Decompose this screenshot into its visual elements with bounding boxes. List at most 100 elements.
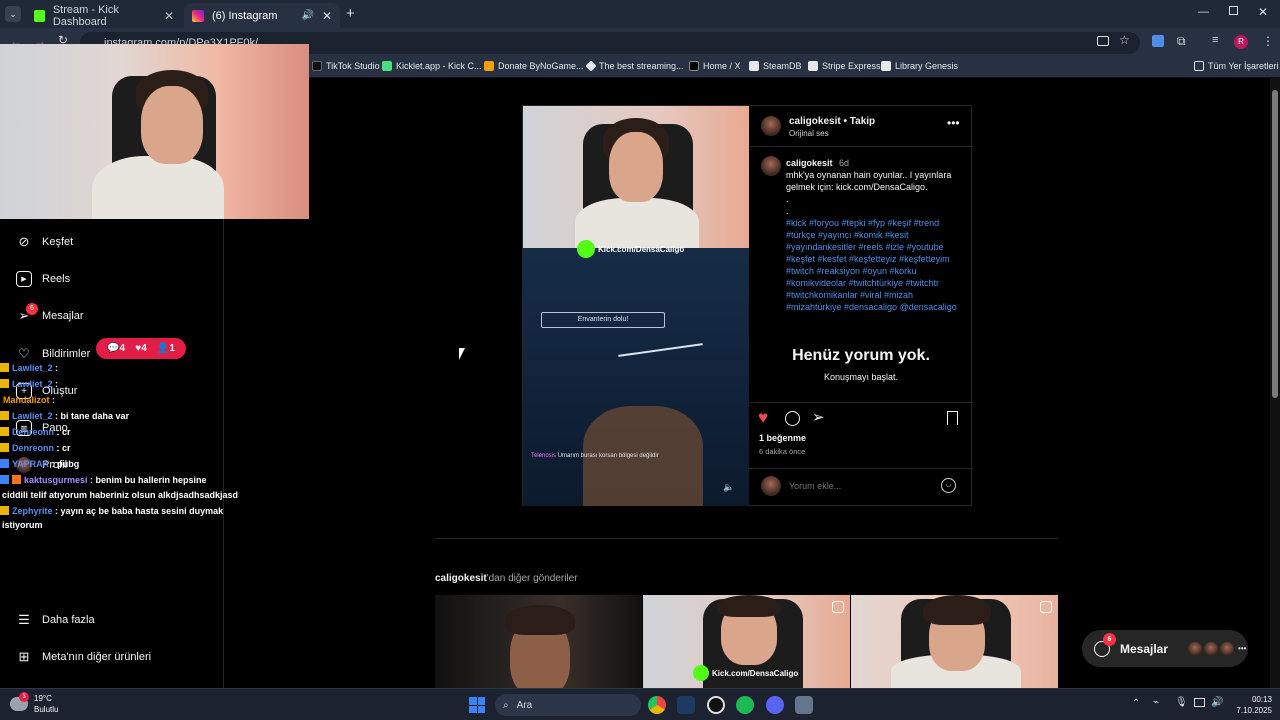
bookmark-item[interactable]: Donate ByNoGame... bbox=[484, 61, 584, 71]
chat-line: istiyorum bbox=[2, 520, 43, 530]
author-avatar[interactable] bbox=[761, 116, 781, 136]
webcam-overlay bbox=[0, 44, 309, 219]
start-button[interactable] bbox=[469, 697, 485, 713]
bookmark-item[interactable]: Home / X bbox=[689, 61, 741, 71]
section-divider bbox=[435, 538, 1058, 539]
close-window-button[interactable]: ✕ bbox=[1258, 5, 1268, 19]
page-scrollbar[interactable] bbox=[1270, 78, 1280, 688]
steam-icon[interactable] bbox=[677, 696, 695, 714]
comment-icon[interactable] bbox=[785, 411, 800, 426]
chat-line: Denreonn : cr bbox=[0, 427, 71, 437]
caption-username[interactable]: caligokesit bbox=[786, 158, 833, 168]
kick-watermark: Kick.com/DensaCaligo bbox=[693, 665, 798, 681]
bookmark-item[interactable]: SteamDB bbox=[749, 61, 802, 71]
more-post-thumbnail[interactable] bbox=[851, 595, 1058, 688]
bookmark-item[interactable]: TikTok Studio bbox=[312, 61, 380, 71]
close-icon[interactable]: ✕ bbox=[164, 9, 174, 23]
scrollbar-thumb[interactable] bbox=[1272, 90, 1278, 398]
header-divider bbox=[749, 146, 973, 147]
save-icon[interactable] bbox=[947, 411, 958, 425]
bookmark-item[interactable]: Library Genesis bbox=[881, 61, 958, 71]
sidebar-item-notifications[interactable]: ♡ Bildirimler bbox=[16, 346, 90, 362]
tab-instagram[interactable]: (6) Instagram 🔊 ✕ bbox=[184, 3, 340, 28]
x-icon bbox=[689, 61, 699, 71]
new-tab-button[interactable]: + bbox=[346, 5, 355, 22]
install-icon[interactable] bbox=[1097, 36, 1109, 46]
post-video[interactable]: Kick.com/DensaCaligo Envanterin dolu! Te… bbox=[523, 106, 749, 506]
volume-icon[interactable]: 🔊 bbox=[1211, 697, 1223, 708]
more-dots-icon: ••• bbox=[1238, 644, 1247, 653]
like-icon[interactable]: ♥ bbox=[758, 408, 768, 428]
comment-input[interactable] bbox=[789, 478, 929, 494]
mute-icon[interactable]: 🔈 bbox=[723, 482, 734, 493]
more-post-thumbnail[interactable] bbox=[435, 595, 642, 688]
discord-icon[interactable] bbox=[766, 696, 784, 714]
audio-label[interactable]: Orijinal ses bbox=[789, 129, 829, 138]
caption-avatar[interactable] bbox=[761, 156, 781, 176]
kick-icon bbox=[34, 9, 45, 22]
author-username[interactable]: caligokesit bbox=[789, 116, 841, 127]
caption-age: 6d bbox=[839, 158, 850, 168]
menu-icon[interactable]: ⋮ bbox=[1262, 34, 1274, 48]
clock[interactable]: 00:13 7.10.2025 bbox=[1232, 694, 1272, 716]
tray-chevron-icon[interactable]: ⌃ bbox=[1132, 698, 1140, 709]
app-icon[interactable] bbox=[795, 696, 813, 714]
maximize-button[interactable] bbox=[1229, 6, 1238, 15]
star-icon[interactable]: ☆ bbox=[1119, 33, 1130, 47]
clock-time: 00:13 bbox=[1251, 695, 1272, 704]
sidebar-item-explore[interactable]: ⊘ Keşfet bbox=[16, 234, 74, 250]
emoji-icon[interactable]: ◡ bbox=[941, 478, 956, 493]
all-bookmarks[interactable]: Tüm Yer İşaretleri bbox=[1194, 61, 1279, 71]
chrome-icon[interactable] bbox=[648, 696, 666, 714]
activity-notification-pill[interactable]: 💬4 ♥4 👤1 bbox=[96, 338, 186, 359]
follow-count: 👤1 bbox=[156, 343, 175, 354]
media-controls-icon[interactable]: ≡ bbox=[1212, 34, 1218, 46]
comment-count: 💬4 bbox=[107, 343, 126, 354]
like-count: ♥4 bbox=[135, 343, 147, 354]
tab-kick-dashboard[interactable]: Stream - Kick Dashboard ✕ bbox=[26, 3, 182, 28]
post-options-icon[interactable]: ••• bbox=[947, 116, 960, 130]
close-icon[interactable]: ✕ bbox=[322, 9, 332, 23]
sidebar-item-meta[interactable]: ⊞ Meta'nın diğer ürünleri bbox=[16, 649, 152, 665]
mic-icon[interactable]: 🎙 bbox=[1175, 697, 1188, 708]
chat-line: Lawliet_2 : bbox=[0, 379, 58, 389]
game-streak bbox=[618, 343, 703, 357]
weather-desc: Bulutlu bbox=[34, 705, 59, 714]
actions-divider bbox=[749, 402, 973, 403]
sidebar-item-reels[interactable]: ▶ Reels bbox=[16, 271, 70, 287]
windows-taskbar: 3 19°C Bulutlu ⌕ Ara ⌃ ⌁ 🎙 🔊 00:13 7.10.2… bbox=[0, 688, 1280, 720]
diamond-icon bbox=[585, 60, 597, 72]
obs-icon[interactable] bbox=[707, 696, 725, 714]
more-post-thumbnail[interactable]: Kick.com/DensaCaligo bbox=[643, 595, 850, 688]
likes-count[interactable]: 1 beğenme bbox=[759, 433, 806, 443]
chat-line: Denreonn : cr bbox=[0, 443, 71, 453]
messages-pill[interactable]: 6 Mesajlar ••• bbox=[1082, 630, 1248, 667]
caption-hashtags[interactable]: #kick #foryou #tepki #fyp #keşif #trend … bbox=[786, 218, 957, 312]
bookmark-item[interactable]: Stripe Express bbox=[808, 61, 881, 71]
sidebar-item-more[interactable]: ☰ Daha fazla bbox=[16, 612, 94, 628]
tab-search-button[interactable]: ⌄ bbox=[5, 6, 21, 22]
speaker-icon[interactable]: 🔊 bbox=[301, 10, 313, 21]
bookmark-item[interactable]: The best streaming... bbox=[585, 60, 684, 72]
extensions-icon[interactable]: ⧉ bbox=[1177, 34, 1186, 49]
display-icon[interactable] bbox=[1194, 698, 1205, 707]
tab-title: (6) Instagram bbox=[212, 9, 278, 22]
follow-button[interactable]: Takip bbox=[850, 116, 875, 127]
no-comments-title: Henüz yorum yok. bbox=[792, 347, 930, 364]
library-icon bbox=[881, 61, 891, 71]
contact-avatar bbox=[1220, 641, 1235, 656]
minimize-button[interactable]: — bbox=[1198, 6, 1209, 18]
share-icon[interactable]: ➢ bbox=[812, 408, 825, 426]
hamburger-icon: ☰ bbox=[18, 612, 30, 627]
more-posts-user[interactable]: caligokesit bbox=[435, 573, 487, 584]
bookmark-item[interactable]: Kicklet.app - Kick C... bbox=[382, 61, 482, 71]
messages-pill-label: Mesajlar bbox=[1120, 641, 1169, 656]
weather-widget[interactable]: 3 19°C Bulutlu bbox=[10, 692, 59, 715]
translate-icon[interactable] bbox=[1152, 35, 1164, 47]
spotify-icon[interactable] bbox=[736, 696, 754, 714]
network-icon[interactable]: ⌁ bbox=[1153, 697, 1159, 708]
sidebar-item-messages[interactable]: ➢ 6 Mesajlar bbox=[16, 303, 84, 324]
taskbar-search[interactable]: ⌕ Ara bbox=[495, 694, 641, 716]
profile-avatar[interactable]: R bbox=[1234, 35, 1248, 49]
post-side-panel: caligokesit • Takip Orijinal ses ••• cal… bbox=[749, 106, 973, 506]
